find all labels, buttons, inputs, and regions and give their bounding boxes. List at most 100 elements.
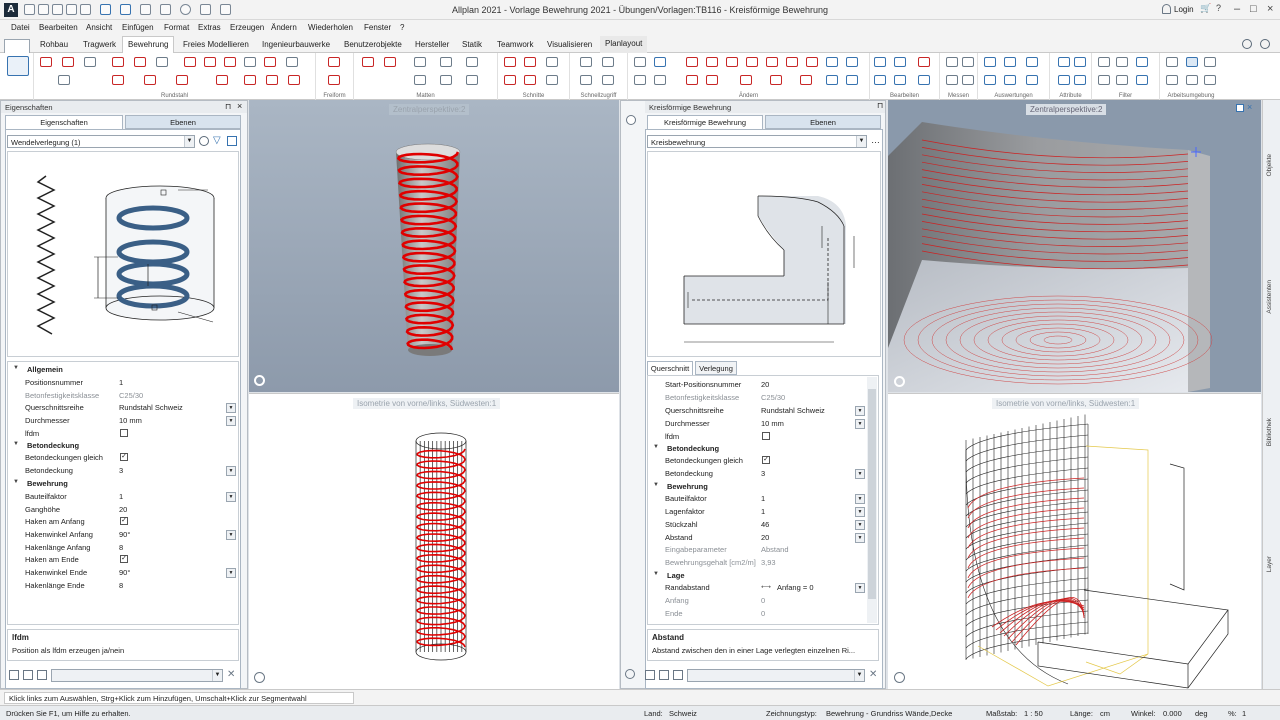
dropdown-arrow-icon[interactable]: ▼ <box>855 406 865 416</box>
tool-icon-17[interactable] <box>216 75 228 85</box>
tool-icon-24[interactable] <box>384 57 396 67</box>
durchmesser-value[interactable]: 10 mm <box>119 416 142 425</box>
tool-icon-63[interactable] <box>962 57 974 67</box>
tab-hersteller[interactable]: Hersteller <box>415 39 449 50</box>
tab-freies-modellieren[interactable]: Freies Modellieren <box>183 39 249 50</box>
section-betondeckung[interactable]: ▼ Betondeckung <box>653 444 867 456</box>
tool-icon-31[interactable] <box>504 57 516 67</box>
tool-icon-58[interactable] <box>874 57 886 67</box>
reinforcement-type-combo[interactable]: Kreisbewehrung ▼ <box>647 135 867 148</box>
collapse-caret-icon[interactable]: ▼ <box>13 365 19 371</box>
tool-icon-32[interactable] <box>524 57 536 67</box>
tool-icon-27[interactable] <box>466 57 478 67</box>
edit-icon[interactable] <box>645 670 655 680</box>
tool-icon-56[interactable] <box>826 75 838 85</box>
tool-icon-29[interactable] <box>440 75 452 85</box>
tool-icon-62[interactable] <box>918 75 930 85</box>
lagenfaktor-value[interactable]: 1 <box>761 507 765 516</box>
dropdown-arrow-icon[interactable]: ▼ <box>855 583 865 593</box>
section-bewehrung[interactable]: ▼ Bewehrung <box>13 479 237 491</box>
tool-icon-81[interactable] <box>1166 57 1178 67</box>
task-area-icon[interactable] <box>7 56 29 76</box>
tool-icon-12[interactable] <box>286 57 298 67</box>
ganghoehe-value[interactable]: 20 <box>119 505 127 514</box>
menu-help[interactable]: ? <box>400 23 404 32</box>
filter-icon[interactable]: ▽ <box>213 135 221 146</box>
new-file-icon[interactable] <box>24 4 35 15</box>
maximize-icon[interactable]: □ <box>1250 3 1257 15</box>
hakenwinkel-ende-value[interactable]: 90° <box>119 568 130 577</box>
tool-icon-64[interactable] <box>946 75 958 85</box>
tab-visualisieren[interactable]: Visualisieren <box>547 39 592 50</box>
tool-icon-69[interactable] <box>984 75 996 85</box>
menu-ansicht[interactable]: Ansicht <box>86 23 112 32</box>
dropdown-arrow-icon[interactable]: ▼ <box>855 507 865 517</box>
undo-icon[interactable] <box>100 4 111 15</box>
dropdown-arrow-icon[interactable]: ▼ <box>855 533 865 543</box>
menu-aendern[interactable]: Ändern <box>271 23 297 32</box>
tool-icon-80[interactable] <box>1136 75 1148 85</box>
tool-icon-6[interactable] <box>156 57 168 67</box>
tool-icon-30[interactable] <box>466 75 478 85</box>
sum-icon[interactable] <box>1204 75 1216 85</box>
tool-icon-39[interactable] <box>580 75 592 85</box>
tool-icon-74[interactable] <box>1058 75 1070 85</box>
tool-icon-37[interactable] <box>580 57 592 67</box>
user-icon[interactable] <box>1162 4 1171 14</box>
tool-icon-43[interactable] <box>726 57 738 67</box>
save-icon[interactable] <box>52 4 63 15</box>
tools-cross-icon[interactable]: ✕ <box>227 669 235 680</box>
betondeckung-value[interactable]: 3 <box>761 469 765 478</box>
sidebar-tab-layer[interactable]: Layer <box>1266 556 1273 572</box>
tool-icon-42[interactable] <box>706 57 718 67</box>
haken-ende-checkbox[interactable]: ✓ <box>120 555 128 563</box>
hakenlaenge-ende-value[interactable]: 8 <box>119 581 123 590</box>
tool-icon-15[interactable] <box>144 75 156 85</box>
menu-erzeugen[interactable]: Erzeugen <box>230 23 264 32</box>
tab-benutzerobjekte[interactable]: Benutzerobjekte <box>344 39 402 50</box>
stueckzahl-value[interactable]: 46 <box>761 520 769 529</box>
bauteilfaktor-value[interactable]: 1 <box>119 492 123 501</box>
snap-icon[interactable] <box>626 115 636 125</box>
lfdm-checkbox[interactable] <box>120 429 128 437</box>
scrollbar-thumb[interactable] <box>868 389 876 599</box>
tool-icon-25[interactable] <box>414 57 426 67</box>
chevron-down-icon[interactable]: ▼ <box>184 136 194 147</box>
tool-icon-33[interactable] <box>546 57 558 67</box>
navigation-wheel-icon[interactable] <box>894 672 905 683</box>
abstand-value[interactable]: 20 <box>761 533 769 542</box>
tool-icon-36[interactable] <box>546 75 558 85</box>
section-lage[interactable]: ▼ Lage <box>653 571 867 583</box>
sidebar-tab-objekte[interactable]: Objekte <box>1266 154 1273 176</box>
tools-icon[interactable] <box>220 4 231 15</box>
tool-icon-52[interactable] <box>706 75 718 85</box>
hakenlaenge-anfang-value[interactable]: 8 <box>119 543 123 552</box>
delete-icon[interactable] <box>918 57 930 67</box>
help-icon[interactable]: ? <box>1216 3 1221 13</box>
tool-icon-35[interactable] <box>524 75 536 85</box>
open-favorite-icon[interactable] <box>659 670 669 680</box>
tab-ebenen[interactable]: Ebenen <box>765 115 881 129</box>
tool-icon-53[interactable] <box>740 75 752 85</box>
viewport-isometric-1[interactable]: Isometrie von vorne/links, Südwesten:1 <box>249 393 619 689</box>
laenge-value[interactable]: cm <box>1100 709 1110 718</box>
chevron-down-icon[interactable]: ▼ <box>856 136 866 147</box>
tool-icon-85[interactable] <box>1186 75 1198 85</box>
tab-ebenen[interactable]: Ebenen <box>125 115 241 129</box>
tool-icon-78[interactable] <box>1098 75 1110 85</box>
tool-icon-75[interactable] <box>1074 75 1086 85</box>
tab-ingenieurbauwerke[interactable]: Ingenieurbauwerke <box>262 39 330 50</box>
apply-check-icon[interactable] <box>227 136 237 146</box>
tool-icon-26[interactable] <box>440 57 452 67</box>
tool-icon-9[interactable] <box>224 57 236 67</box>
tab-eigenschaften[interactable]: Eigenschaften <box>5 115 123 129</box>
tool-icon-83[interactable] <box>1204 57 1216 67</box>
tool-icon-66[interactable] <box>984 57 996 67</box>
tool-icon-49[interactable] <box>846 57 858 67</box>
camera-icon[interactable] <box>200 4 211 15</box>
tool-icon-21[interactable] <box>328 57 340 67</box>
dropdown-arrow-icon[interactable]: ▼ <box>855 469 865 479</box>
bauteilfaktor-value[interactable]: 1 <box>761 494 765 503</box>
tool-icon-1[interactable] <box>40 57 52 67</box>
sidebar-tab-bibliothek[interactable]: Bibliothek <box>1266 418 1273 446</box>
